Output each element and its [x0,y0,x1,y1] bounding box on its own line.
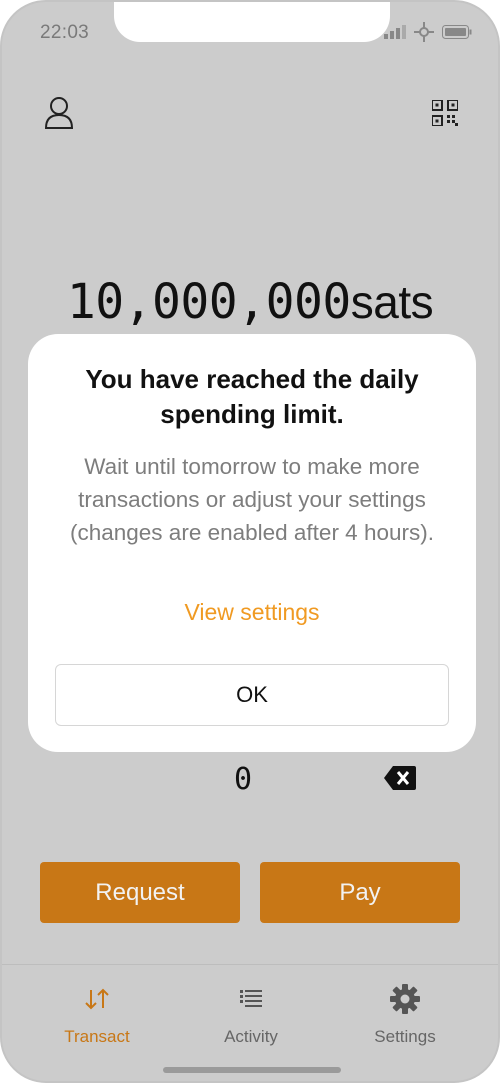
tab-bar: Transact Activity Settings [2,964,498,1081]
request-button[interactable]: Request [40,862,240,923]
tab-settings[interactable]: Settings [345,981,465,1047]
ok-button[interactable]: OK [55,664,449,726]
qr-code-icon[interactable] [431,99,459,131]
keypad-zero-key[interactable]: 0 [234,762,252,797]
home-indicator [163,1067,341,1073]
gear-icon [345,981,465,1017]
view-settings-link[interactable]: View settings [28,599,476,626]
amount-value: 10,000,000 [66,274,351,330]
tab-activity-label: Activity [224,1027,278,1046]
network-icon [414,22,434,47]
tab-transact[interactable]: Transact [37,981,157,1047]
user-icon[interactable] [44,96,74,135]
dialog-message: Wait until tomorrow to make more transac… [70,454,434,545]
tab-transact-label: Transact [64,1027,130,1046]
list-icon [191,981,311,1017]
notch [114,2,390,42]
amount-unit: sats [350,276,434,328]
spending-limit-dialog: You have reached the daily spending limi… [28,334,476,752]
pay-button[interactable]: Pay [260,862,460,923]
dialog-title: You have reached the daily spending limi… [85,364,419,429]
tab-activity[interactable]: Activity [191,981,311,1047]
backspace-icon[interactable] [384,766,416,795]
signal-icon [384,25,406,44]
battery-icon [442,25,472,44]
phone-screen: 22:03 10,000,000sats 0 Request Pay Trans… [0,0,500,1083]
status-time: 22:03 [40,22,90,43]
tab-settings-label: Settings [374,1027,436,1046]
status-icons [384,22,472,47]
amount-display: 10,000,000sats [2,274,498,330]
transfer-arrows-icon [37,981,157,1017]
